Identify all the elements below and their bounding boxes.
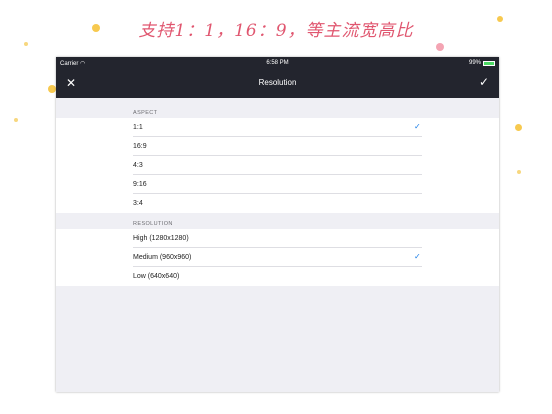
option-row[interactable]: 16:9 xyxy=(56,137,499,156)
confetti-dot xyxy=(517,170,521,174)
battery-icon xyxy=(483,60,495,66)
option-label: Medium (960x960) xyxy=(133,254,192,261)
option-label: 4:3 xyxy=(133,162,143,169)
section-header: RESOLUTION xyxy=(133,221,173,227)
page-title: Resolution xyxy=(258,78,297,87)
settings-list: ASPECT 1:1 ✓ 16:9 4:3 9:16 3:4 RESOLUTION High (… xyxy=(56,98,499,286)
option-row[interactable]: High (1280x1280) xyxy=(56,229,499,248)
option-row[interactable]: Medium (960x960) ✓ xyxy=(56,248,499,267)
app-window: Carrier ◠ 6:58 PM 99% ✕ Resolution ✓ ASP… xyxy=(56,57,499,392)
option-list: 1:1 ✓ 16:9 4:3 9:16 3:4 xyxy=(56,118,499,213)
status-bar: Carrier ◠ 6:58 PM 99% xyxy=(56,57,499,69)
option-row[interactable]: 9:16 xyxy=(56,175,499,194)
option-row[interactable]: 1:1 ✓ xyxy=(56,118,499,137)
promo-banner: 支持1：1，16：9，等主流宽高比 xyxy=(138,21,414,41)
option-row[interactable]: 4:3 xyxy=(56,156,499,175)
checkmark-icon: ✓ xyxy=(414,252,421,261)
option-row[interactable]: Low (640x640) xyxy=(56,267,499,286)
status-time: 6:58 PM xyxy=(266,60,289,66)
checkmark-icon: ✓ xyxy=(414,122,421,131)
nav-bar: ✕ Resolution ✓ xyxy=(56,69,499,98)
confetti-dot xyxy=(515,124,522,131)
option-label: 16:9 xyxy=(133,143,147,150)
confetti-dot xyxy=(48,85,56,93)
battery-indicator: 99% xyxy=(469,60,495,66)
option-label: 1:1 xyxy=(133,124,143,131)
confetti-dot xyxy=(14,118,18,122)
confetti-dot xyxy=(24,42,28,46)
option-label: 3:4 xyxy=(133,200,143,207)
option-label: 9:16 xyxy=(133,181,147,188)
confetti-dot xyxy=(436,43,444,51)
checkmark-icon[interactable]: ✓ xyxy=(479,75,489,89)
option-list: High (1280x1280) Medium (960x960) ✓ Low (64… xyxy=(56,229,499,286)
section-header: ASPECT xyxy=(133,110,158,116)
option-row[interactable]: 3:4 xyxy=(56,194,499,213)
option-label: Low (640x640) xyxy=(133,273,180,280)
option-label: High (1280x1280) xyxy=(133,235,189,242)
battery-percent: 99% xyxy=(468,60,481,66)
